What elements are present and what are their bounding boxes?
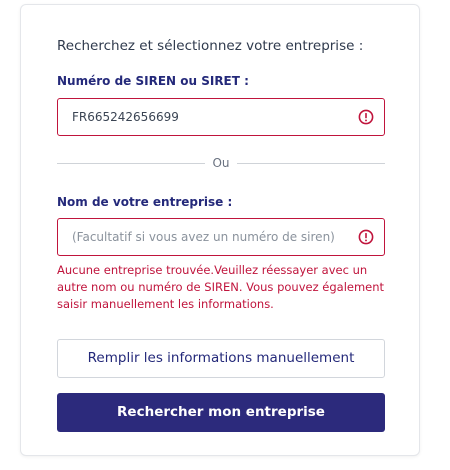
divider-right — [237, 163, 385, 164]
or-separator: Ou — [212, 156, 230, 170]
no-company-found-error: Aucune entreprise trouvée.Veuillez réess… — [57, 263, 385, 311]
fill-manually-button[interactable]: Remplir les informations manuellement — [57, 339, 385, 378]
siren-input-value: FR665242656699 — [72, 110, 179, 124]
company-name-label: Nom de votre entreprise : — [57, 195, 233, 209]
error-circle-icon — [358, 229, 374, 245]
search-company-button[interactable]: Rechercher mon entreprise — [57, 393, 385, 432]
siren-label: Numéro de SIREN ou SIRET : — [57, 74, 249, 88]
company-name-input[interactable]: (Facultatif si vous avez un numéro de si… — [57, 218, 385, 256]
siren-input[interactable]: FR665242656699 — [57, 98, 385, 136]
divider-left — [57, 163, 205, 164]
form-heading: Recherchez et sélectionnez votre entrepr… — [57, 38, 364, 54]
company-name-placeholder: (Facultatif si vous avez un numéro de si… — [72, 230, 335, 244]
company-search-card: Recherchez et sélectionnez votre entrepr… — [20, 4, 420, 456]
error-circle-icon — [358, 109, 374, 125]
